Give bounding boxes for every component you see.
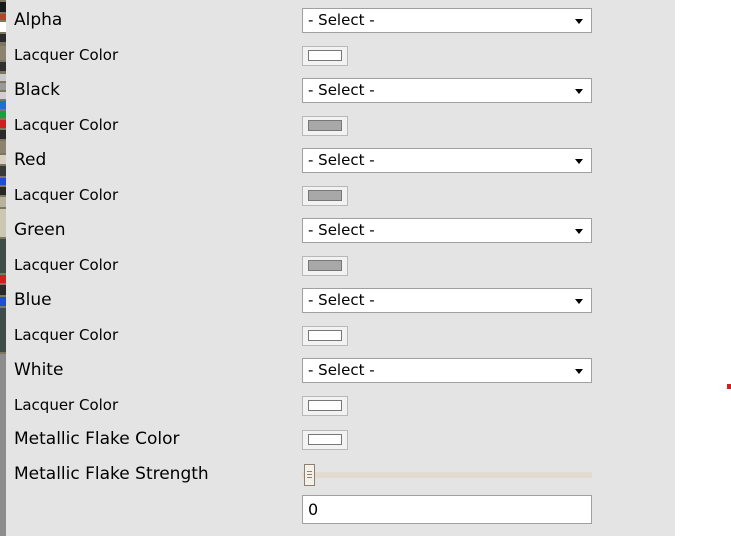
- metallic-flake-strength-input[interactable]: 0: [302, 495, 592, 524]
- number-input-value: 0: [308, 499, 319, 519]
- select-value: - Select -: [308, 291, 375, 309]
- row-field: - Select -: [302, 73, 592, 108]
- row-field: [302, 108, 348, 143]
- white-lacquer-color-swatch[interactable]: [302, 395, 348, 416]
- row-field: 0: [302, 492, 592, 527]
- row-field: - Select -: [302, 283, 592, 318]
- material-properties-panel: Alpha - Select - Lacquer Color Black - Selec…: [6, 0, 675, 536]
- green-select[interactable]: - Select -: [302, 218, 592, 243]
- alpha-select[interactable]: - Select -: [302, 8, 592, 33]
- row-label: Blue: [14, 290, 52, 310]
- form-row: Red - Select -: [6, 143, 675, 178]
- chevron-down-icon: [575, 228, 583, 234]
- color-swatch-icon: [308, 400, 342, 411]
- row-label: Lacquer Color: [14, 116, 119, 134]
- row-label: Alpha: [14, 10, 63, 30]
- slider-handle[interactable]: [304, 463, 315, 486]
- form-row: Lacquer Color: [6, 38, 675, 73]
- row-label: Lacquer Color: [14, 186, 119, 204]
- metallic-flake-strength-slider[interactable]: [302, 462, 592, 487]
- color-swatch-icon: [308, 434, 342, 445]
- row-label: Lacquer Color: [14, 326, 119, 344]
- red-dot-marker: [727, 384, 731, 389]
- row-field: - Select -: [302, 353, 592, 388]
- black-lacquer-color-swatch[interactable]: [302, 115, 348, 136]
- row-field: [302, 248, 348, 283]
- form-row: 0: [6, 492, 675, 527]
- row-label: Metallic Flake Color: [14, 429, 180, 449]
- color-swatch-icon: [308, 190, 342, 201]
- red-select[interactable]: - Select -: [302, 148, 592, 173]
- form-row: Lacquer Color: [6, 388, 675, 423]
- row-field: - Select -: [302, 213, 592, 248]
- grip-line-icon: [307, 471, 312, 472]
- row-field: [302, 422, 348, 457]
- row-label: Metallic Flake Strength: [14, 464, 209, 484]
- row-label: White: [14, 360, 64, 380]
- select-value: - Select -: [308, 81, 375, 99]
- row-field: - Select -: [302, 143, 592, 178]
- row-field: [302, 388, 348, 423]
- row-label: Lacquer Color: [14, 256, 119, 274]
- chevron-down-icon: [575, 368, 583, 374]
- slider-track[interactable]: [302, 471, 592, 478]
- chevron-down-icon: [575, 88, 583, 94]
- color-swatch-icon: [308, 50, 342, 61]
- form-row: Lacquer Color: [6, 108, 675, 143]
- blue-lacquer-color-swatch[interactable]: [302, 325, 348, 346]
- row-field: [302, 457, 592, 492]
- form-row: Black - Select -: [6, 73, 675, 108]
- row-label: Green: [14, 220, 66, 240]
- form-row: Lacquer Color: [6, 318, 675, 353]
- form-row: Metallic Flake Strength: [6, 457, 675, 492]
- row-field: - Select -: [302, 3, 592, 38]
- row-label: Lacquer Color: [14, 46, 119, 64]
- chevron-down-icon: [575, 18, 583, 24]
- row-field: [302, 318, 348, 353]
- grip-line-icon: [307, 474, 312, 475]
- form-row: Green - Select -: [6, 213, 675, 248]
- chevron-down-icon: [575, 158, 583, 164]
- application-screen: Alpha - Select - Lacquer Color Black - Selec…: [0, 0, 731, 536]
- metallic-flake-color-swatch[interactable]: [302, 429, 348, 450]
- color-swatch-icon: [308, 120, 342, 131]
- row-label: Black: [14, 80, 60, 100]
- form-row: Blue - Select -: [6, 283, 675, 318]
- grip-line-icon: [307, 477, 312, 478]
- form-row: Lacquer Color: [6, 178, 675, 213]
- green-lacquer-color-swatch[interactable]: [302, 255, 348, 276]
- color-swatch-icon: [308, 330, 342, 341]
- color-swatch-icon: [308, 260, 342, 271]
- row-field: [302, 178, 348, 213]
- row-label: Lacquer Color: [14, 396, 119, 414]
- white-select[interactable]: - Select -: [302, 358, 592, 383]
- select-value: - Select -: [308, 11, 375, 29]
- form-row: Alpha - Select -: [6, 3, 675, 38]
- right-white-pane: [675, 0, 731, 536]
- black-select[interactable]: - Select -: [302, 78, 592, 103]
- select-value: - Select -: [308, 361, 375, 379]
- row-label: Red: [14, 150, 47, 170]
- red-lacquer-color-swatch[interactable]: [302, 185, 348, 206]
- row-field: [302, 38, 348, 73]
- select-value: - Select -: [308, 221, 375, 239]
- chevron-down-icon: [575, 298, 583, 304]
- form-row: Lacquer Color: [6, 248, 675, 283]
- alpha-lacquer-color-swatch[interactable]: [302, 45, 348, 66]
- blue-select[interactable]: - Select -: [302, 288, 592, 313]
- form-row: Metallic Flake Color: [6, 422, 675, 457]
- form-row: White - Select -: [6, 353, 675, 388]
- select-value: - Select -: [308, 151, 375, 169]
